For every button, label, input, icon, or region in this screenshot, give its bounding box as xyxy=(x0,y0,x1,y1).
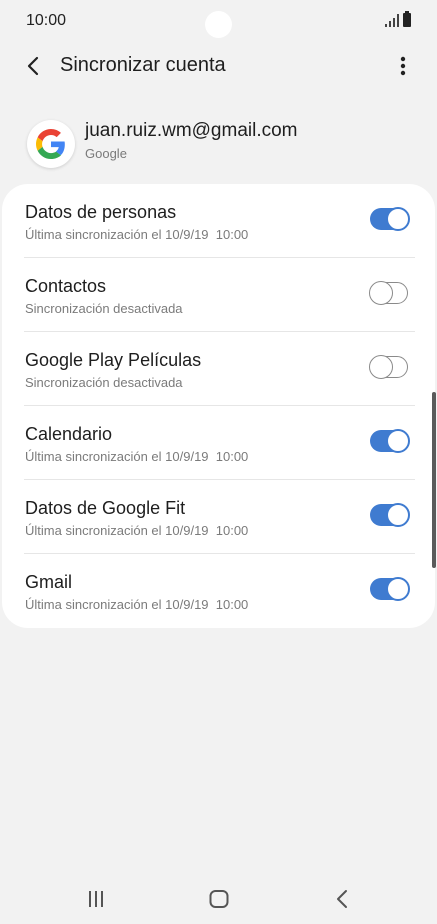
sync-item-label: Calendario xyxy=(25,424,113,444)
account-header: juan.ruiz.wm@gmail.com Google xyxy=(0,112,437,174)
status-time: 10:00 xyxy=(26,12,67,29)
sync-item-datos-de-personas[interactable]: Datos de personas Última sincronización … xyxy=(2,184,435,258)
sync-item-google-play-peliculas[interactable]: Google Play Películas Sincronización des… xyxy=(2,332,435,406)
sync-item-status: Última sincronización el 10/9/19 10:00 xyxy=(25,449,249,464)
sync-item-contactos[interactable]: Contactos Sincronización desactivada xyxy=(2,258,435,332)
google-logo-icon xyxy=(27,120,75,168)
navigation-bar xyxy=(0,876,437,924)
sync-toggle[interactable] xyxy=(368,355,408,379)
back-arrow-icon[interactable] xyxy=(20,52,48,80)
sync-item-status: Sincronización desactivada xyxy=(25,301,183,316)
account-email: juan.ruiz.wm@gmail.com xyxy=(85,120,298,141)
sync-toggle[interactable] xyxy=(368,429,410,453)
sync-item-label: Datos de Google Fit xyxy=(25,498,186,518)
camera-cutout xyxy=(205,11,232,38)
status-bar: 10:00 xyxy=(0,0,437,44)
signal-icon xyxy=(385,14,399,27)
page-title: Sincronizar cuenta xyxy=(60,54,226,76)
scrollbar[interactable] xyxy=(432,392,436,568)
sync-toggle[interactable] xyxy=(368,503,410,527)
sync-item-label: Google Play Películas xyxy=(25,350,202,370)
sync-item-status: Última sincronización el 10/9/19 10:00 xyxy=(25,227,249,242)
sync-toggle[interactable] xyxy=(368,281,408,305)
app-bar: Sincronizar cuenta xyxy=(0,44,437,88)
more-vert-icon[interactable] xyxy=(390,52,416,80)
home-icon[interactable] xyxy=(208,888,230,910)
sync-item-label: Gmail xyxy=(25,572,73,592)
sync-item-status: Última sincronización el 10/9/19 10:00 xyxy=(25,523,249,538)
sync-item-status: Sincronización desactivada xyxy=(25,375,183,390)
sync-item-gmail[interactable]: Gmail Última sincronización el 10/9/19 1… xyxy=(2,554,435,628)
sync-toggle[interactable] xyxy=(368,207,410,231)
sync-item-calendario[interactable]: Calendario Última sincronización el 10/9… xyxy=(2,406,435,480)
sync-list: Datos de personas Última sincronización … xyxy=(2,184,435,628)
sync-item-datos-de-google-fit[interactable]: Datos de Google Fit Última sincronizació… xyxy=(2,480,435,554)
recent-apps-icon[interactable] xyxy=(86,890,106,908)
sync-item-label: Datos de personas xyxy=(25,202,177,222)
sync-item-label: Contactos xyxy=(25,276,107,296)
account-provider: Google xyxy=(85,146,127,161)
sync-toggle[interactable] xyxy=(368,577,410,601)
nav-back-icon[interactable] xyxy=(332,888,352,910)
battery-icon xyxy=(403,11,411,27)
sync-item-status: Última sincronización el 10/9/19 10:00 xyxy=(25,597,249,612)
